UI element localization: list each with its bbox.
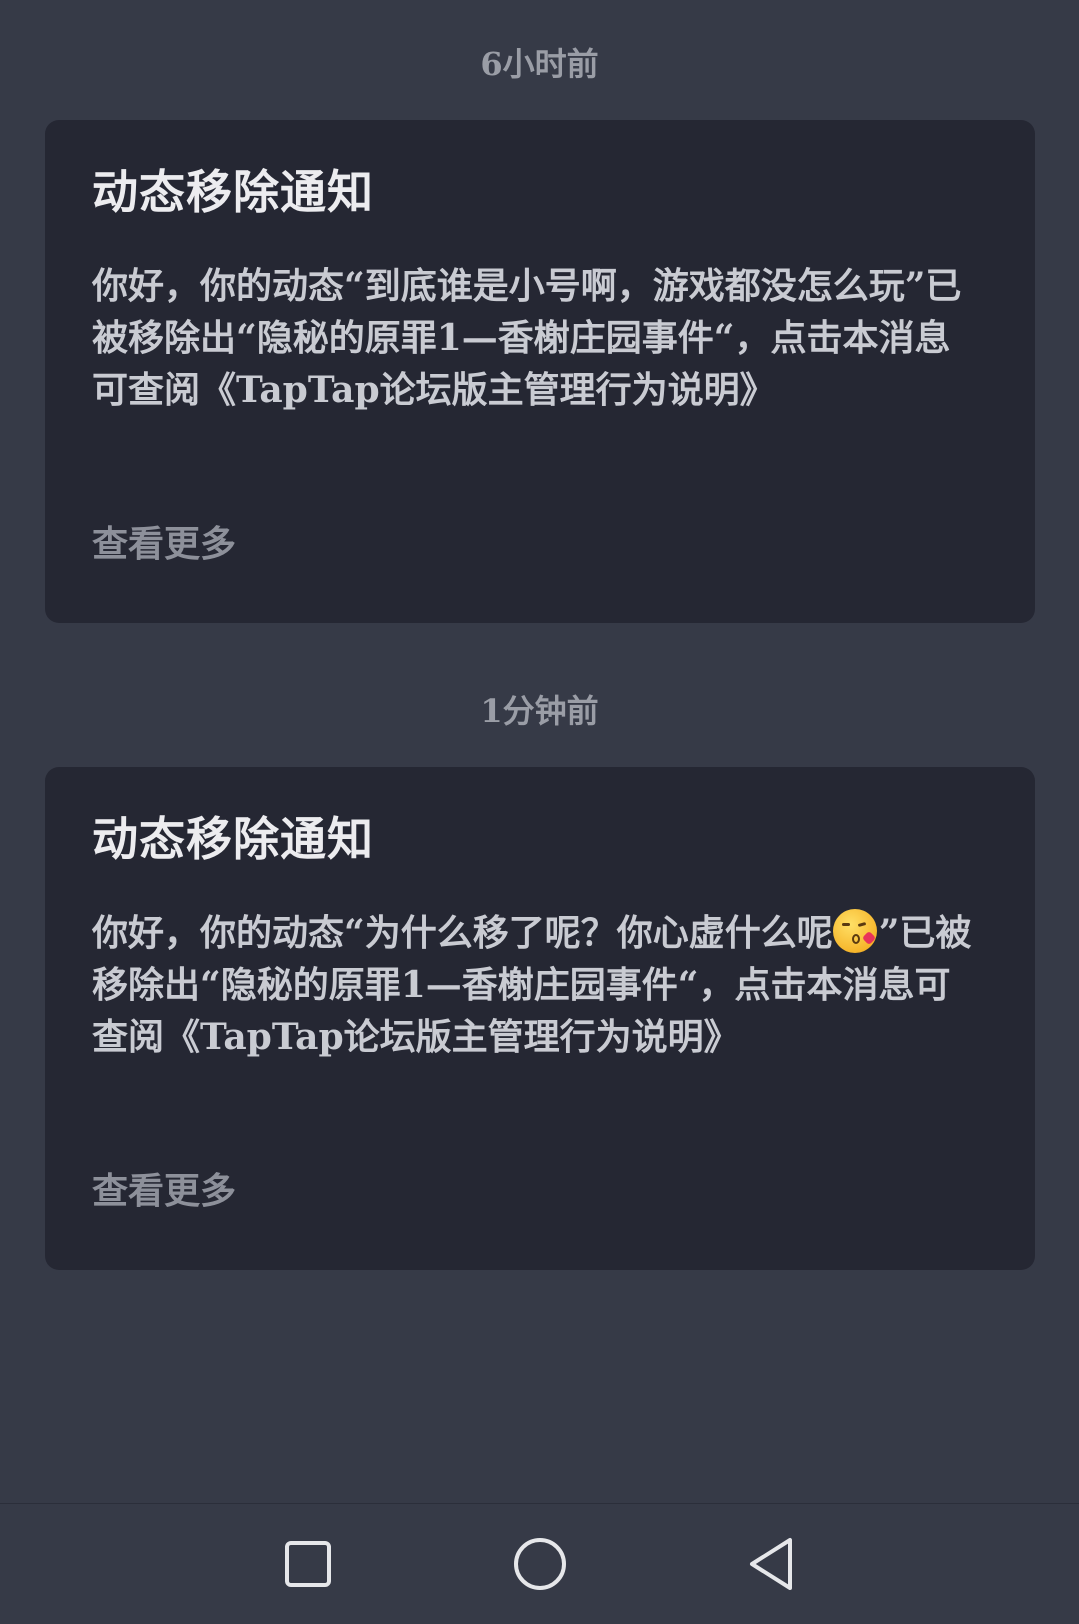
- system-navigation-bar: [0, 1503, 1079, 1624]
- timestamp-2: 1分钟前: [480, 692, 599, 730]
- recent-apps-button[interactable]: [276, 1532, 340, 1596]
- view-more-link[interactable]: 查看更多: [92, 520, 236, 568]
- notification-card-1[interactable]: 动态移除通知 你好，你的动态“到底谁是小号啊，游戏都没怎么玩”已被移除出“隐秘的…: [45, 120, 1035, 623]
- triangle-back-icon: [750, 1538, 792, 1590]
- notification-body-text: 你好，你的动态“为什么移了呢？你心虚什么呢: [92, 912, 833, 954]
- home-button[interactable]: [508, 1532, 572, 1596]
- notification-title: 动态移除通知: [92, 812, 374, 866]
- circle-home-icon: [514, 1538, 566, 1590]
- square-recent-apps-icon: [285, 1541, 331, 1587]
- kissing-face-emoji-icon: [832, 909, 877, 953]
- notification-feed: 6小时前 动态移除通知 你好，你的动态“到底谁是小号啊，游戏都没怎么玩”已被移除…: [0, 0, 1079, 1503]
- notification-body: 你好，你的动态“为什么移了呢？你心虚什么呢 ”已被移除出“隐秘的原罪1—香榭庄园事…: [92, 907, 972, 1063]
- view-more-link[interactable]: 查看更多: [92, 1167, 236, 1215]
- notification-title: 动态移除通知: [92, 165, 374, 219]
- notification-card-2[interactable]: 动态移除通知 你好，你的动态“为什么移了呢？你心虚什么呢 ”已被移除出“隐秘的原罪…: [45, 767, 1035, 1270]
- back-button[interactable]: [740, 1532, 804, 1596]
- notification-body: 你好，你的动态“到底谁是小号啊，游戏都没怎么玩”已被移除出“隐秘的原罪1—香榭庄…: [92, 265, 962, 411]
- timestamp-1: 6小时前: [480, 45, 599, 83]
